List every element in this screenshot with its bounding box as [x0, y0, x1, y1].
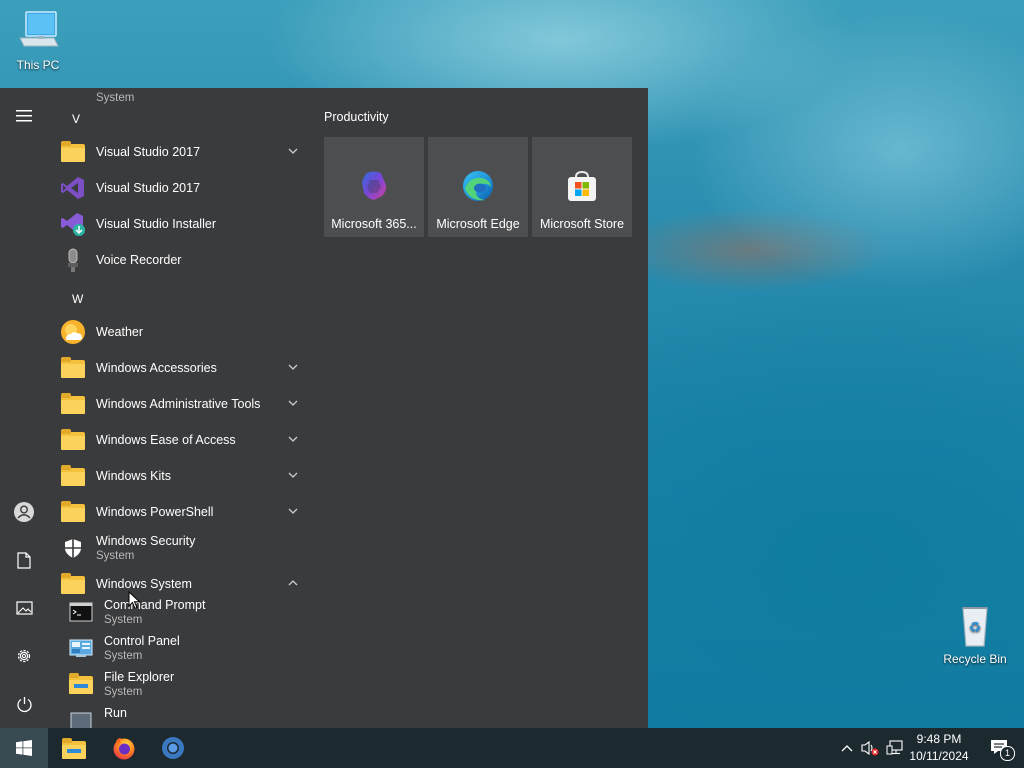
shield-icon — [60, 535, 86, 561]
folder-icon — [60, 499, 86, 525]
start-menu-rail — [0, 88, 48, 728]
taskbar-clock[interactable]: 9:48 PM 10/11/2024 — [902, 731, 976, 765]
chevron-down-icon — [288, 436, 298, 442]
partial-app-row[interactable]: System — [60, 88, 308, 108]
pictures-button[interactable] — [0, 586, 48, 630]
firefox-icon — [113, 738, 135, 760]
folder-icon — [60, 355, 86, 381]
volume-muted-icon — [861, 740, 879, 756]
folder-icon — [60, 391, 86, 417]
app-sub-label: System — [96, 549, 135, 562]
documents-button[interactable] — [0, 538, 48, 582]
action-center-button[interactable]: 1 — [980, 728, 1020, 768]
start-button[interactable] — [0, 728, 48, 768]
chevron-up-icon — [841, 745, 853, 752]
app-weather[interactable]: Weather — [60, 314, 308, 350]
document-icon — [17, 551, 31, 569]
app-folder-windows-accessories[interactable]: Windows Accessories — [60, 350, 308, 386]
notification-badge: 1 — [1000, 746, 1015, 761]
taskbar-chrome[interactable] — [149, 728, 197, 768]
chevron-up-icon — [288, 580, 298, 586]
app-sub-label: System — [104, 613, 143, 626]
windows-logo-icon — [16, 740, 32, 756]
expand-menu-button[interactable] — [0, 94, 48, 138]
show-hidden-icons-button[interactable] — [838, 728, 856, 768]
gear-icon — [17, 649, 31, 663]
app-folder-visual-studio-2017[interactable]: Visual Studio 2017 — [60, 134, 308, 170]
tile-microsoft-store[interactable]: Microsoft Store — [532, 137, 632, 237]
tile-microsoft-365[interactable]: Microsoft 365... — [324, 137, 424, 237]
edge-icon — [461, 169, 495, 203]
app-visual-studio-installer[interactable]: Visual Studio Installer — [60, 206, 308, 242]
app-visual-studio-2017[interactable]: Visual Studio 2017 — [60, 170, 308, 206]
command-prompt-icon — [68, 599, 94, 625]
app-sub-label: System — [104, 685, 143, 698]
microsoft-365-icon — [357, 169, 391, 203]
app-folder-windows-ease-of-access[interactable]: Windows Ease of Access — [60, 422, 308, 458]
taskbar-file-explorer[interactable] — [50, 728, 98, 768]
power-icon — [16, 696, 32, 712]
app-list: System V Visual Studio 2017 Visual Studi… — [48, 88, 310, 728]
chevron-down-icon — [288, 148, 298, 154]
app-folder-windows-administrative-tools[interactable]: Windows Administrative Tools — [60, 386, 308, 422]
app-icon — [60, 88, 86, 103]
taskbar-firefox[interactable] — [100, 728, 148, 768]
app-sub-label: System — [96, 91, 135, 104]
visual-studio-icon — [60, 175, 86, 201]
tile-microsoft-edge[interactable]: Microsoft Edge — [428, 137, 528, 237]
start-menu: System V Visual Studio 2017 Visual Studi… — [0, 88, 648, 728]
folder-icon — [61, 736, 87, 760]
app-sub-label: System — [104, 649, 143, 662]
account-button[interactable] — [0, 490, 48, 534]
store-icon — [565, 169, 599, 203]
user-icon — [14, 502, 34, 522]
recycle-bin-label: Recycle Bin — [943, 652, 1007, 666]
pictures-icon — [15, 601, 33, 615]
settings-button[interactable] — [0, 634, 48, 678]
weather-icon — [60, 319, 86, 345]
taskbar: 9:48 PM 10/11/2024 1 — [0, 728, 1024, 768]
tile-group-title[interactable]: Productivity — [324, 110, 389, 124]
chevron-down-icon — [288, 472, 298, 478]
section-header-w[interactable]: W — [72, 292, 83, 306]
chevron-down-icon — [288, 508, 298, 514]
app-control-panel[interactable]: Control Panel System — [68, 630, 310, 666]
folder-icon — [60, 463, 86, 489]
run-icon — [68, 707, 94, 728]
this-pc-label: This PC — [16, 58, 60, 72]
section-header-v[interactable]: V — [72, 112, 80, 126]
vs-installer-icon — [60, 211, 86, 237]
chevron-down-icon — [288, 400, 298, 406]
clock-date: 10/11/2024 — [909, 749, 969, 763]
folder-icon — [60, 139, 86, 165]
microphone-icon — [60, 247, 86, 273]
control-panel-icon — [68, 635, 94, 661]
recycle-bin-icon: ♻ — [951, 602, 999, 648]
app-folder-windows-kits[interactable]: Windows Kits — [60, 458, 308, 494]
app-command-prompt[interactable]: Command Prompt System — [68, 594, 310, 630]
app-windows-security[interactable]: Windows Security System — [60, 530, 308, 566]
svg-text:♻: ♻ — [969, 620, 982, 636]
file-explorer-icon — [68, 671, 94, 697]
menu-icon — [16, 110, 32, 122]
power-button[interactable] — [0, 682, 48, 726]
recycle-bin-shortcut[interactable]: ♻ Recycle Bin — [937, 602, 1013, 666]
mouse-cursor-icon — [128, 591, 141, 610]
app-folder-windows-powershell[interactable]: Windows PowerShell — [60, 494, 308, 530]
clock-time: 9:48 PM — [916, 732, 962, 746]
volume-button[interactable] — [860, 728, 880, 768]
chrome-icon — [162, 737, 184, 759]
app-file-explorer[interactable]: File Explorer System — [68, 666, 310, 702]
this-pc-shortcut[interactable]: This PC — [0, 8, 76, 72]
app-run[interactable]: Run — [68, 702, 310, 728]
folder-icon — [60, 427, 86, 453]
this-pc-icon — [14, 8, 62, 54]
app-voice-recorder[interactable]: Voice Recorder — [60, 242, 308, 278]
chevron-down-icon — [288, 364, 298, 370]
